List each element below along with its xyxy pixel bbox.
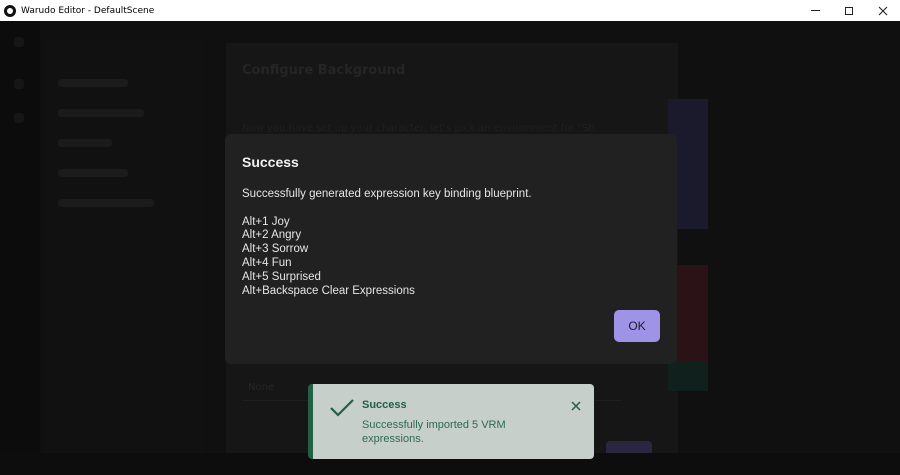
window-title: Warudo Editor - DefaultScene	[21, 5, 155, 16]
app-logo-icon	[4, 4, 16, 17]
success-dialog: Success Successfully generated expressio…	[225, 134, 677, 364]
panel-title: Configure Background	[242, 63, 406, 78]
binding-line: Alt+Backspace Clear Expressions	[242, 284, 415, 297]
dialog-message: Successfully generated expression key bi…	[242, 188, 532, 200]
rail-icon	[14, 113, 24, 123]
binding-line: Alt+2 Angry	[242, 229, 302, 242]
success-toast: Success Successfully imported 5 VRM expr…	[308, 384, 594, 459]
checkmark-icon	[330, 399, 354, 417]
sidebar-item	[58, 79, 128, 87]
left-rail	[0, 21, 40, 475]
dialog-title: Success	[242, 154, 299, 170]
binding-line: Alt+5 Surprised	[242, 270, 321, 283]
binding-line: Alt+4 Fun	[242, 256, 292, 269]
rail-icon	[14, 37, 24, 47]
rail-icon	[14, 79, 24, 89]
dialog-body: Successfully generated expression key bi…	[242, 188, 532, 298]
sidebar-item	[58, 139, 112, 147]
minimize-icon	[810, 10, 820, 11]
sidebar-item	[58, 169, 128, 177]
preview-strip	[668, 361, 708, 391]
title-bar: Warudo Editor - DefaultScene	[0, 0, 900, 21]
maximize-icon	[845, 6, 853, 15]
setup-sidebar	[44, 41, 204, 475]
window-controls	[798, 0, 900, 21]
sidebar-item	[58, 199, 154, 207]
close-icon[interactable]	[569, 399, 583, 413]
maximize-button[interactable]	[832, 0, 866, 21]
close-window-button[interactable]	[866, 0, 900, 21]
toast-message: Successfully imported 5 VRM expressions.	[362, 419, 506, 445]
panel-text: Now you have set up your character, let'…	[242, 123, 595, 134]
sidebar-item	[58, 109, 144, 117]
toast-title: Success	[362, 399, 407, 411]
binding-line: Alt+3 Sorrow	[242, 243, 309, 256]
minimize-button[interactable]	[798, 0, 832, 21]
ok-button[interactable]: OK	[614, 310, 660, 342]
select-value: None	[248, 382, 275, 393]
binding-line: Alt+1 Joy	[242, 215, 290, 228]
close-icon	[878, 6, 888, 15]
